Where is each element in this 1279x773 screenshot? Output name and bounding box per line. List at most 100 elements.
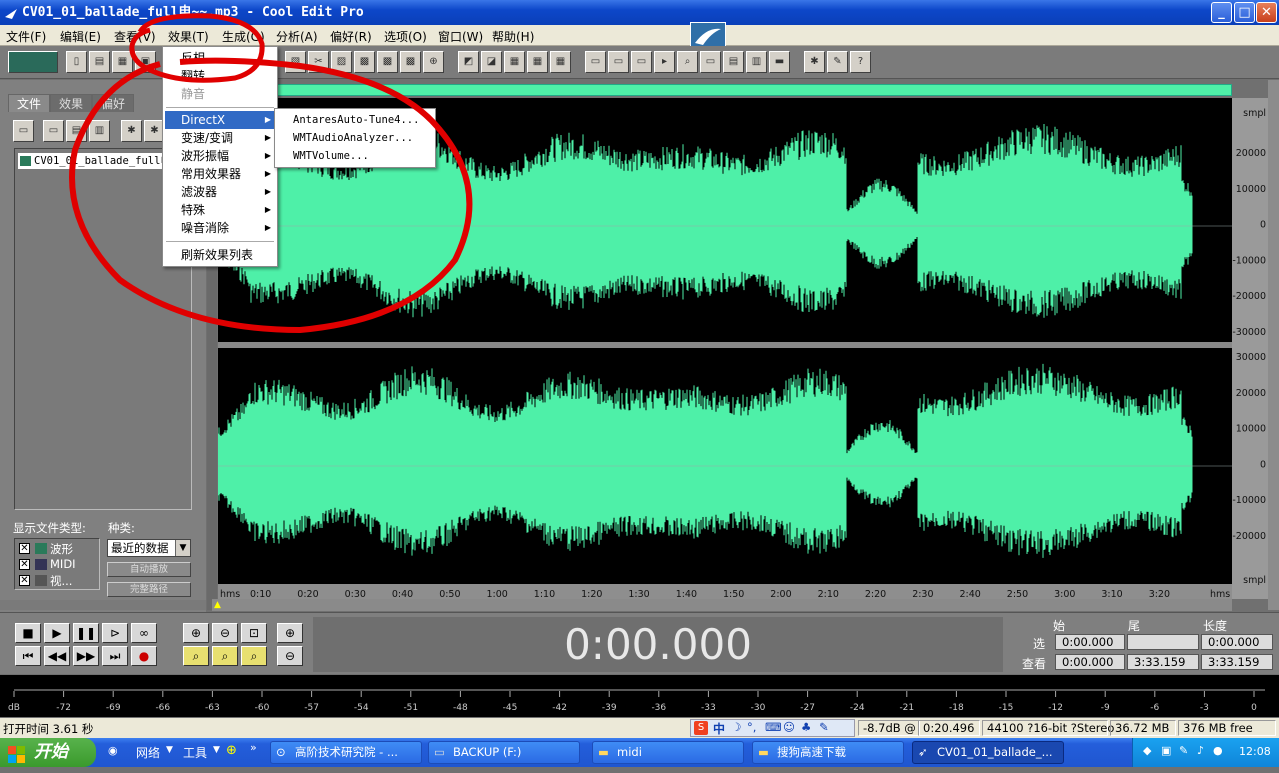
menu-item-invert[interactable]: 反相 [165,49,275,67]
menu-view[interactable]: 查看(V) [114,28,156,45]
network-dropdown-icon[interactable]: ▼ [166,745,173,755]
zoom-out-vertical-icon[interactable]: ⊖ [277,646,303,666]
view-end-field[interactable]: 3:33.159 [1127,654,1199,670]
tray-icon-2[interactable]: ▣ [1161,744,1171,757]
counter-icon[interactable]: ▤ [723,51,744,73]
tab-files[interactable]: 文件 [8,94,51,112]
save-as-icon[interactable]: ▣ [135,51,156,73]
menu-item-wmt-analyzer[interactable]: WMTAudioAnalyzer... [277,129,433,147]
punct-icon[interactable]: °, [747,720,756,734]
task-backup[interactable]: ▭ BACKUP (F:) [428,741,580,764]
more-icon[interactable]: » [250,741,257,754]
play-to-end-icon[interactable]: ⊳ [102,623,128,643]
grid-view-3-icon[interactable]: ▦ [550,51,571,73]
tray-icon-5[interactable]: ● [1213,744,1223,757]
menu-item-special[interactable]: 特殊 ▶ [165,201,275,219]
autoplay-button[interactable]: 自动播放 [107,562,191,577]
help-icon[interactable]: ? [850,51,871,73]
trim-icon[interactable]: ▩ [377,51,398,73]
quicklaunch-network[interactable]: 网络 [136,744,160,761]
cursor-marker-icon[interactable]: ▲ [214,600,221,610]
level-meter-icon[interactable]: ▥ [746,51,767,73]
menu-help[interactable]: 帮助(H) [492,28,534,45]
task-research[interactable]: ⊙ 高阶技术研究院 - ... [270,741,422,764]
pause-icon[interactable]: ❚❚ [73,623,99,643]
save-file-icon[interactable]: ▦ [112,51,133,73]
zoom-out-icon[interactable]: ⊖ [212,623,238,643]
menu-window[interactable]: 窗口(W) [438,28,483,45]
chevron-down-icon[interactable]: ▼ [175,540,190,556]
options-icon[interactable]: ✱ [121,120,142,142]
zoom-left-icon[interactable]: ⌕ [183,646,209,666]
stop-icon[interactable]: ■ [15,623,41,643]
menu-effects[interactable]: 效果(T) [168,28,209,45]
zoom-icon[interactable]: ⌕ [677,51,698,73]
menu-favorites[interactable]: 偏好(R) [330,28,372,45]
menu-item-reverse[interactable]: 翻转 [165,67,275,85]
new-file-icon[interactable]: ▯ [66,51,87,73]
window-2-icon[interactable]: ▭ [608,51,629,73]
multitrack-toggle-icon[interactable] [8,51,58,73]
view-length-field[interactable]: 3:33.159 [1201,654,1273,670]
zoom-in-icon[interactable]: ⊕ [183,623,209,643]
task-sogou[interactable]: ▬ 搜狗高速下载 [752,741,904,764]
fast-forward-icon[interactable]: ▶▶ [73,646,99,666]
wrench-icon[interactable]: ✎ [819,720,829,734]
paste-icon[interactable]: ▧ [285,51,306,73]
spectral-icon[interactable]: ◪ [481,51,502,73]
plus-icon[interactable]: ⊕ [226,743,237,758]
grid-view-2-icon[interactable]: ▦ [527,51,548,73]
view-start-field[interactable]: 0:00.000 [1055,654,1125,670]
window-3-icon[interactable]: ▭ [631,51,652,73]
menu-item-wmt-volume[interactable]: WMTVolume... [277,147,433,165]
task-midi[interactable]: ▬ midi [592,741,744,764]
grid-view-1-icon[interactable]: ▦ [504,51,525,73]
volume-icon[interactable]: ♪ [1197,744,1204,757]
cut-icon[interactable]: ✂ [308,51,329,73]
zoom-selection-icon[interactable]: ⌕ [241,646,267,666]
menu-item-time-pitch[interactable]: 变速/变调 ▶ [165,129,275,147]
menu-file[interactable]: 文件(F) [6,28,46,45]
zoom-full-icon[interactable]: ⊡ [241,623,267,643]
tools-dropdown-icon[interactable]: ▼ [213,745,220,755]
tab-effects[interactable]: 效果 [50,94,93,112]
overview-bar[interactable] [218,84,1232,96]
status-icon[interactable]: ▬ [769,51,790,73]
keyboard-icon[interactable]: ⌨ [765,720,782,734]
rewind-icon[interactable]: ◀◀ [44,646,70,666]
menu-item-directx[interactable]: DirectX ▶ [165,111,275,129]
skin-icon[interactable]: ♣ [801,720,811,734]
midi-checkbox[interactable]: ✕ [19,559,30,570]
window-1-icon[interactable]: ▭ [585,51,606,73]
menu-item-amplitude[interactable]: 波形振幅 ▶ [165,147,275,165]
script-icon[interactable]: ✎ [827,51,848,73]
time-display-icon[interactable]: ▭ [700,51,721,73]
play-icon[interactable]: ▸ [654,51,675,73]
network-icon[interactable]: ◉ [108,744,118,757]
channel-divider[interactable] [218,342,1232,348]
open-folder-icon[interactable]: ▭ [13,120,34,142]
selection-start-field[interactable]: 0:00.000 [1055,634,1125,650]
menu-item-autotune[interactable]: AntaresAuto-Tune4... [277,111,433,129]
selection-length-field[interactable]: 0:00.000 [1201,634,1273,650]
waveform-checkbox[interactable]: ✕ [19,543,30,554]
video-checkbox[interactable]: ✕ [19,575,30,586]
settings-icon[interactable]: ✱ [804,51,825,73]
tray-icon-3[interactable]: ✎ [1179,744,1188,757]
menu-edit[interactable]: 编辑(E) [60,28,101,45]
zoom-in-vertical-icon[interactable]: ⊕ [277,623,303,643]
go-to-end-icon[interactable]: ⏭ [102,646,128,666]
record-icon[interactable]: ● [131,646,157,666]
sogou-icon[interactable]: S [694,721,708,735]
close-button[interactable]: ✕ [1256,2,1277,23]
quicklaunch-tools[interactable]: 工具 [183,744,207,761]
list-icon[interactable]: ▤ [66,120,87,142]
horizontal-scrollbar[interactable]: ▲ [212,599,1232,611]
kind-select[interactable]: 最近的数据 ▼ [107,539,191,557]
play-icon[interactable]: ▶ [44,623,70,643]
menu-item-noise-reduction[interactable]: 噪音消除 ▶ [165,219,275,237]
tab-favorites[interactable]: 偏好 [92,94,135,112]
task-cooledit[interactable]: ➶ CV01_01_ballade_... [912,741,1064,764]
open-file-icon[interactable]: ▤ [89,51,110,73]
minimize-button[interactable]: _ [1211,2,1232,23]
